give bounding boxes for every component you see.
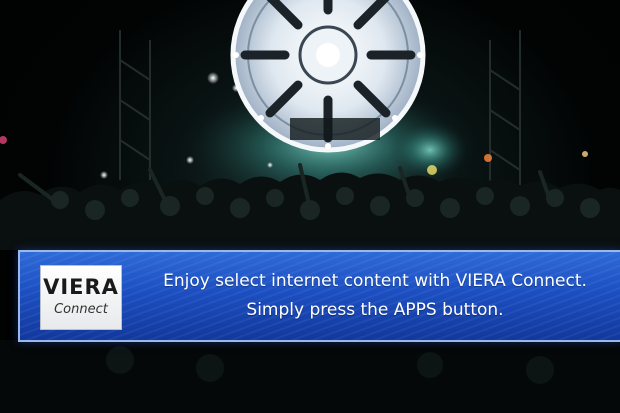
- tv-screen: VIERA Connect Enjoy select internet cont…: [0, 0, 620, 413]
- right-truss: [489, 30, 521, 185]
- logo-brand-text: VIERA: [43, 275, 119, 299]
- viera-connect-logo: VIERA Connect: [40, 265, 122, 330]
- banner-message-line-2: Simply press the APPS button.: [246, 300, 504, 320]
- viera-connect-banner: VIERA Connect Enjoy select internet cont…: [18, 250, 620, 342]
- stage-deck: [290, 118, 380, 140]
- logo-sub-text: Connect: [54, 302, 108, 317]
- concert-stage-scene: [0, 0, 620, 413]
- banner-message-line-1: Enjoy select internet content with VIERA…: [163, 271, 587, 291]
- crowd-silhouettes: [0, 163, 620, 250]
- left-truss: [119, 30, 151, 180]
